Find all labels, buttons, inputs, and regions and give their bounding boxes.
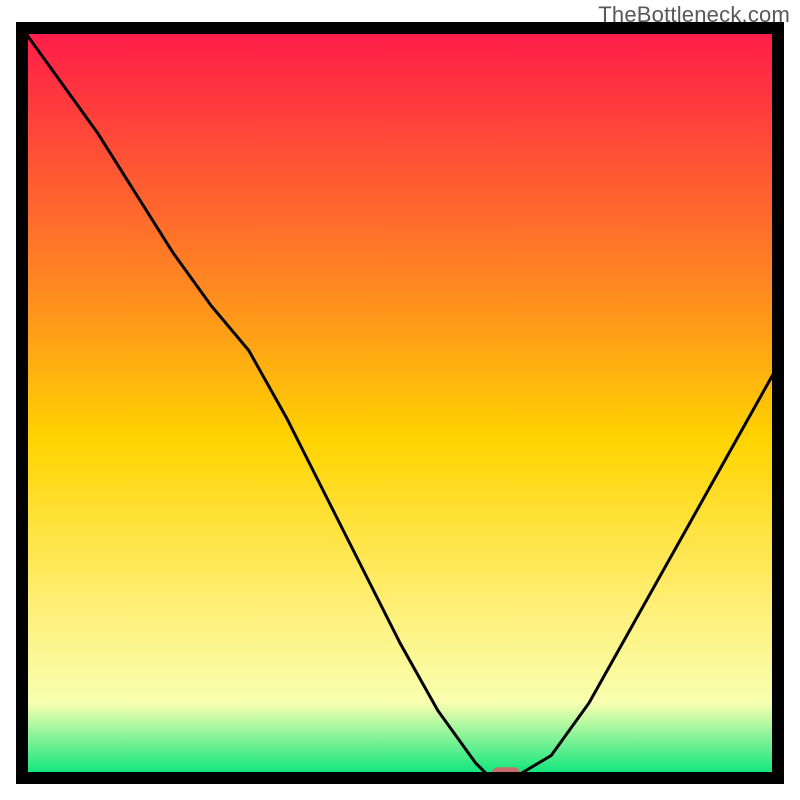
plot-gradient-bg: [22, 28, 778, 778]
bottleneck-chart: TheBottleneck.com: [0, 0, 800, 800]
chart-svg: [0, 0, 800, 800]
watermark-text: TheBottleneck.com: [598, 2, 790, 28]
